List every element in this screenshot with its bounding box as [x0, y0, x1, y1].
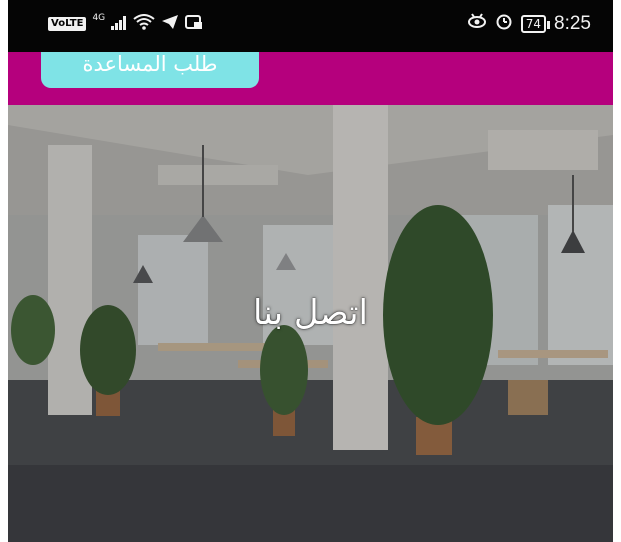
- right-margin: [613, 0, 621, 542]
- eye-icon: [467, 13, 487, 34]
- alarm-icon: [495, 12, 513, 35]
- help-request-button[interactable]: طلب المساعدة: [41, 52, 259, 88]
- telegram-icon: [161, 14, 179, 34]
- contact-us-title: اتصل بنا: [252, 293, 369, 333]
- app-notification-icon: [185, 14, 203, 34]
- wifi-icon: [133, 14, 155, 34]
- signal-icon: [111, 15, 127, 34]
- clock: 8:25: [554, 12, 591, 34]
- hero-banner: اتصل بنا: [8, 105, 613, 542]
- app-header: طلب المساعدة: [8, 52, 613, 105]
- left-margin: [0, 0, 8, 542]
- network-type: 4G: [92, 13, 106, 23]
- status-bar: VoLTE 4G 74 8:25: [8, 0, 613, 52]
- volte-indicator: VoLTE: [48, 17, 87, 31]
- battery-indicator: 74: [520, 14, 551, 33]
